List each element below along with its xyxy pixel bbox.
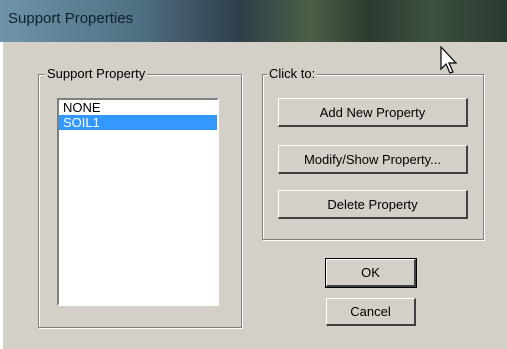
window-edge xyxy=(0,42,3,349)
list-item-none[interactable]: NONE xyxy=(59,100,217,115)
delete-property-button[interactable]: Delete Property xyxy=(278,190,468,219)
list-item-soil1[interactable]: SOIL1 xyxy=(59,115,217,130)
dialog-title: Support Properties xyxy=(8,10,134,27)
support-property-group-label: Support Property xyxy=(45,66,148,81)
cancel-button[interactable]: Cancel xyxy=(326,298,416,326)
ok-button[interactable]: OK xyxy=(325,258,417,288)
mouse-pointer-icon xyxy=(440,46,458,74)
list-item-label: SOIL1 xyxy=(63,115,100,130)
support-property-listbox[interactable]: NONE SOIL1 xyxy=(57,98,219,306)
click-to-group-label: Click to: xyxy=(267,66,318,81)
add-new-property-button[interactable]: Add New Property xyxy=(278,98,468,127)
list-item-label: NONE xyxy=(63,100,101,115)
modify-show-property-button[interactable]: Modify/Show Property... xyxy=(278,145,468,174)
title-bar[interactable]: Support Properties xyxy=(0,0,507,42)
support-properties-dialog: Support Properties Support Property NONE… xyxy=(0,0,507,349)
